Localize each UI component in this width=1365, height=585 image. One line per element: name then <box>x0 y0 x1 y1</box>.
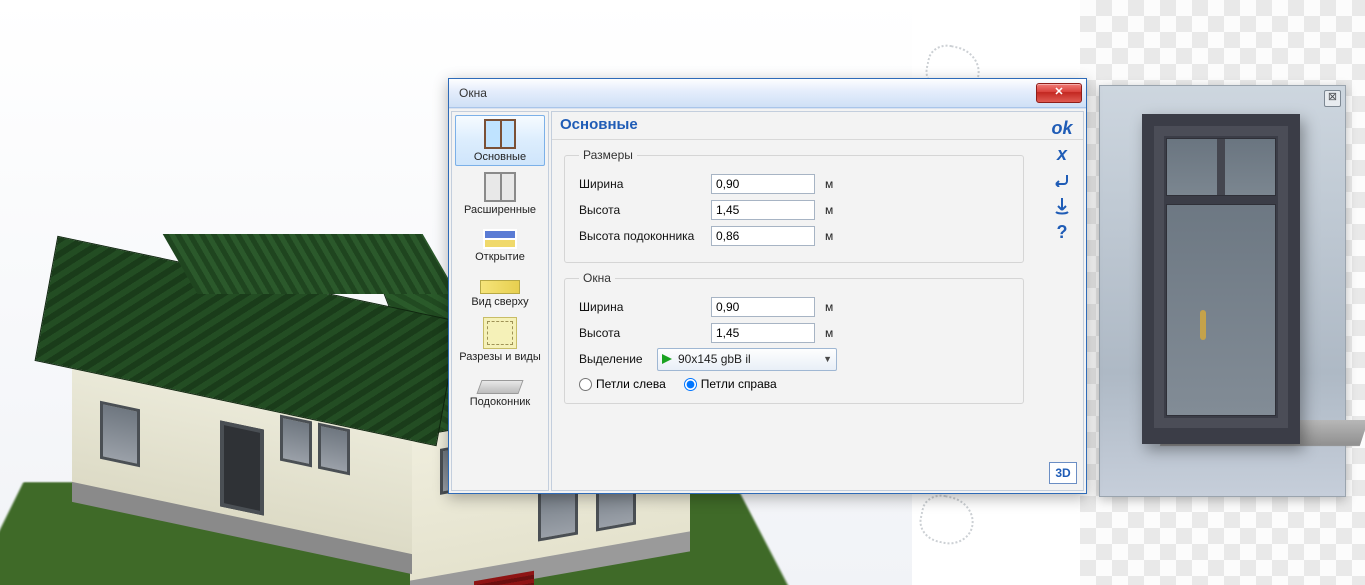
unit-label: м <box>825 177 833 191</box>
nav-item-extended[interactable]: Расширенные <box>455 168 545 219</box>
house-roof-ridge <box>163 234 458 294</box>
dialog-body: Основные Расширенные Открытие Вид сверху… <box>449 108 1086 493</box>
dimensions-legend: Размеры <box>579 148 637 162</box>
chevron-down-icon: ▼ <box>823 354 832 364</box>
window-height-label: Высота <box>579 326 711 340</box>
preview-panel: ⊠ <box>1099 85 1346 497</box>
preview-glass-bottom <box>1166 204 1276 416</box>
nav-item-basic[interactable]: Основные <box>455 115 545 166</box>
hinge-side-row: Петли слева Петли справа <box>579 377 1009 391</box>
hinge-right-label: Петли справа <box>701 377 777 391</box>
dialog-titlebar[interactable]: Окна ✕ <box>449 79 1086 108</box>
plan-sketch-bottom <box>916 491 979 549</box>
unit-label: м <box>825 203 833 217</box>
row-window-width: Ширина м <box>579 295 1009 319</box>
save-button[interactable] <box>1047 194 1077 218</box>
selection-value: 90x145 gbB il <box>678 352 817 366</box>
dialog-action-column: ok x ? <box>1045 116 1079 244</box>
height-label: Высота <box>579 203 711 217</box>
nav-item-sill[interactable]: Подоконник <box>455 368 545 411</box>
preview-window-3d[interactable] <box>1142 114 1300 444</box>
view-mode-badge[interactable]: 3D <box>1049 462 1077 484</box>
preview-close-button[interactable]: ⊠ <box>1324 90 1341 107</box>
undo-button[interactable] <box>1047 168 1077 192</box>
nav-label: Открытие <box>458 251 542 263</box>
window-width-label: Ширина <box>579 300 711 314</box>
nav-item-opening[interactable]: Открытие <box>455 221 545 266</box>
nav-label: Вид сверху <box>458 296 542 308</box>
dimensions-group: Размеры Ширина м Высота м Высота подокон… <box>564 148 1024 263</box>
selection-label: Выделение <box>579 352 657 366</box>
unit-label: м <box>825 326 833 340</box>
width-input[interactable] <box>711 174 815 194</box>
window-ext-icon <box>484 172 516 202</box>
nav-label: Основные <box>458 151 542 163</box>
house-window <box>280 415 312 468</box>
row-selection: Выделение 90x145 gbB il ▼ <box>579 347 1009 371</box>
sill-height-label: Высота подоконника <box>579 229 711 243</box>
row-window-height: Высота м <box>579 321 1009 345</box>
cancel-button[interactable]: x <box>1047 142 1077 166</box>
window-width-input[interactable] <box>711 297 815 317</box>
hinge-left-option[interactable]: Петли слева <box>579 377 666 391</box>
preview-glass-top <box>1166 138 1276 196</box>
sill-icon <box>476 380 523 394</box>
row-height: Высота м <box>579 198 1009 222</box>
row-sill-height: Высота подоконника м <box>579 224 1009 248</box>
hinge-left-radio[interactable] <box>579 378 592 391</box>
opening-icon <box>483 229 517 249</box>
hinge-right-radio[interactable] <box>684 378 697 391</box>
nav-label: Разрезы и виды <box>458 351 542 363</box>
window-main-icon <box>484 119 516 149</box>
nav-item-sections[interactable]: Разрезы и виды <box>455 313 545 366</box>
house-door <box>220 420 264 515</box>
window-group: Окна Ширина м Высота м Выделение 90x145 … <box>564 271 1024 404</box>
sections-icon <box>483 317 517 349</box>
arrow-right-icon <box>662 354 672 364</box>
anchor-icon <box>1054 197 1070 215</box>
panel-title: Основные <box>552 112 1083 140</box>
width-label: Ширина <box>579 177 711 191</box>
nav-label: Расширенные <box>458 204 542 216</box>
dialog-close-button[interactable]: ✕ <box>1036 83 1082 103</box>
preview-handle <box>1200 310 1206 340</box>
height-input[interactable] <box>711 200 815 220</box>
house-window <box>100 401 140 468</box>
window-legend: Окна <box>579 271 615 285</box>
nav-label: Подоконник <box>458 396 542 408</box>
row-width: Ширина м <box>579 172 1009 196</box>
hinge-right-option[interactable]: Петли справа <box>684 377 777 391</box>
topview-icon <box>480 280 520 294</box>
house-window <box>318 423 350 476</box>
unit-label: м <box>825 300 833 314</box>
ok-button[interactable]: ok <box>1047 116 1077 140</box>
hinge-left-label: Петли слева <box>596 377 666 391</box>
sill-height-input[interactable] <box>711 226 815 246</box>
window-height-input[interactable] <box>711 323 815 343</box>
window-properties-dialog: Окна ✕ Основные Расширенные Открытие Вид… <box>448 78 1087 494</box>
dialog-sidenav: Основные Расширенные Открытие Вид сверху… <box>451 111 549 491</box>
undo-icon <box>1053 173 1071 187</box>
dialog-title: Окна <box>459 86 1036 100</box>
selection-dropdown[interactable]: 90x145 gbB il ▼ <box>657 348 837 371</box>
nav-item-topview[interactable]: Вид сверху <box>455 268 545 311</box>
help-button[interactable]: ? <box>1047 220 1077 244</box>
unit-label: м <box>825 229 833 243</box>
dialog-main-panel: Основные ok x ? Размеры <box>551 111 1084 491</box>
